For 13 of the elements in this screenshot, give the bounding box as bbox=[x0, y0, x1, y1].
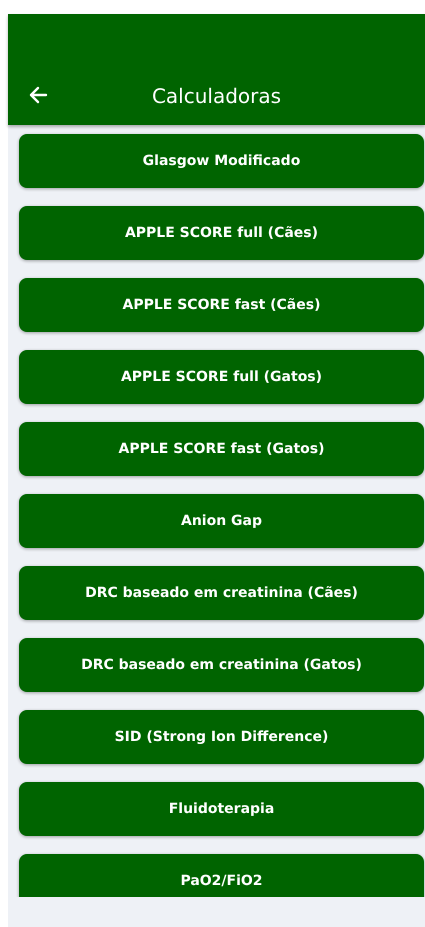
calculator-button[interactable]: APPLE SCORE full (Gatos) bbox=[19, 350, 424, 404]
calculator-button[interactable]: APPLE SCORE fast (Cães) bbox=[19, 278, 424, 332]
calculator-button[interactable]: DRC baseado em creatinina (Cães) bbox=[19, 566, 424, 620]
calculator-button[interactable]: Glasgow Modificado bbox=[19, 134, 424, 188]
calculator-button[interactable]: SID (Strong Ion Difference) bbox=[19, 710, 424, 764]
calculator-button[interactable]: APPLE SCORE full (Cães) bbox=[19, 206, 424, 260]
calculator-button[interactable]: Fluidoterapia bbox=[19, 782, 424, 836]
calculator-button[interactable]: APPLE SCORE fast (Gatos) bbox=[19, 422, 424, 476]
back-arrow-icon bbox=[28, 85, 48, 105]
calculator-button[interactable]: DRC baseado em creatinina (Gatos) bbox=[19, 638, 424, 692]
calculator-button[interactable]: PaO2/FiO2 bbox=[19, 854, 424, 897]
screen-title: Calculadoras bbox=[152, 84, 282, 108]
calculator-button[interactable]: Anion Gap bbox=[19, 494, 424, 548]
